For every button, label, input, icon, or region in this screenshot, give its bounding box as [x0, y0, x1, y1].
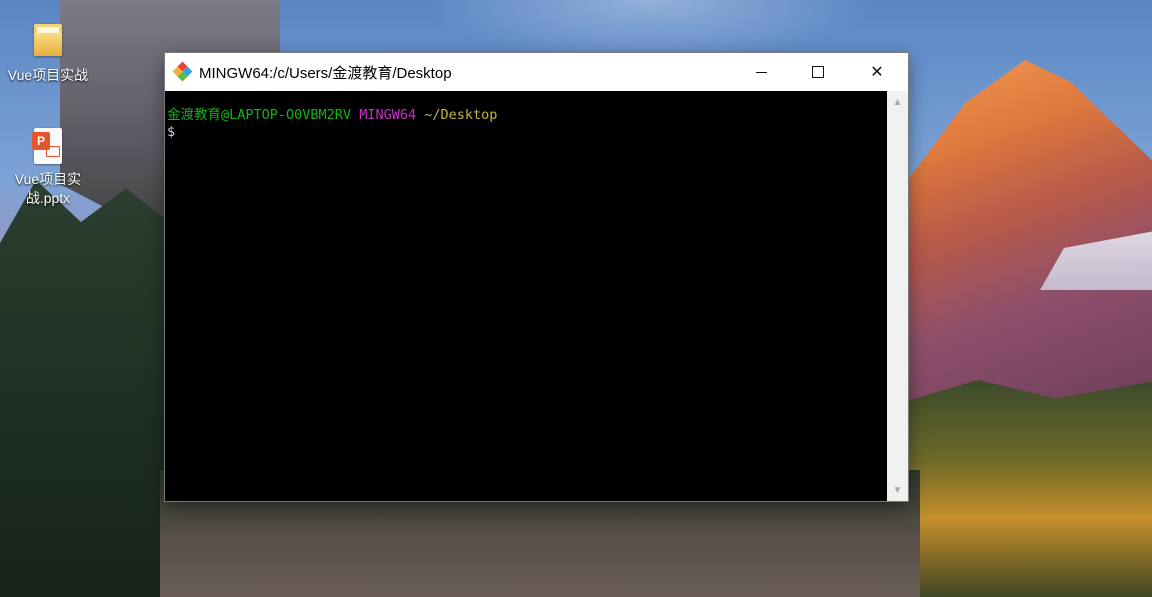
powerpoint-file-icon: P	[31, 128, 65, 166]
git-diamond-icon	[172, 61, 193, 82]
window-title: MINGW64:/c/Users/金渡教育/Desktop	[199, 64, 452, 82]
desktop-icon-folder[interactable]: Vue项目实战	[0, 24, 96, 85]
maximize-button[interactable]	[795, 53, 841, 91]
scroll-up-icon[interactable]: ▲	[887, 93, 908, 111]
user-host: 金渡教育@LAPTOP-O0VBM2RV	[167, 107, 352, 123]
wallpaper-forest-left	[0, 180, 180, 597]
desktop-icon-label-line2: 战.pptx	[25, 190, 71, 206]
current-path: ~/Desktop	[424, 107, 498, 123]
scroll-down-icon[interactable]: ▼	[887, 481, 908, 499]
wallpaper-cloud	[420, 0, 880, 60]
window-titlebar[interactable]: MINGW64:/c/Users/金渡教育/Desktop ✕	[165, 53, 908, 91]
prompt-header-line: 金渡教育@LAPTOP-O0VBM2RV MINGW64 ~/Desktop	[167, 107, 497, 124]
terminal-window[interactable]: MINGW64:/c/Users/金渡教育/Desktop ✕ 金渡教育@LAP…	[165, 53, 908, 501]
minimize-icon	[755, 71, 767, 73]
system-name: MINGW64	[359, 107, 417, 123]
desktop-icon-label-line1: Vue项目实	[14, 171, 82, 187]
desktop-icon-pptx[interactable]: P Vue项目实 战.pptx	[0, 128, 96, 208]
close-button[interactable]: ✕	[854, 53, 900, 91]
desktop-icon-label: Vue项目实战	[7, 67, 89, 83]
prompt-symbol: $	[167, 124, 176, 140]
close-icon: ✕	[870, 64, 884, 81]
folder-icon	[31, 24, 65, 62]
terminal-output[interactable]: 金渡教育@LAPTOP-O0VBM2RV MINGW64 ~/Desktop $	[165, 91, 887, 501]
minimize-button[interactable]	[738, 53, 784, 91]
maximize-icon	[812, 66, 824, 78]
wallpaper-forest-right	[900, 380, 1152, 597]
vertical-scrollbar[interactable]: ▲ ▼	[887, 91, 908, 501]
prompt-input-line[interactable]: $	[167, 124, 175, 141]
